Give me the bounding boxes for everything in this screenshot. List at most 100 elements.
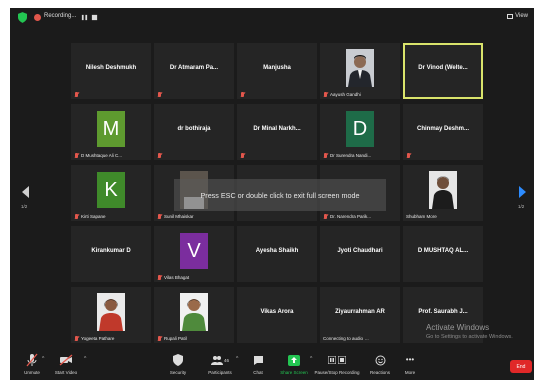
view-button[interactable]: View bbox=[507, 13, 528, 19]
muted-mic-icon bbox=[157, 275, 162, 280]
share-options-caret-icon[interactable]: ^ bbox=[310, 356, 312, 362]
participant-label: Dr. Narendra Parik... bbox=[330, 214, 372, 219]
shield-icon[interactable] bbox=[18, 12, 27, 23]
previous-page-arrow-icon[interactable] bbox=[22, 186, 29, 198]
pause-recording-label: Pause/Stop Recording bbox=[314, 370, 360, 375]
participant-name: Dr Atmaram Pa... bbox=[169, 65, 219, 71]
participants-label: Participants bbox=[208, 370, 232, 375]
participant-tile[interactable]: Jyoti Chaudhari bbox=[320, 226, 400, 282]
participant-name: Nilesh Deshmukh bbox=[85, 65, 137, 71]
participant-tile[interactable]: K Kirti Sapane bbox=[71, 165, 151, 221]
muted-mic-icon bbox=[240, 153, 245, 158]
participant-photo bbox=[180, 293, 208, 331]
video-options-caret-icon[interactable]: ^ bbox=[84, 356, 86, 362]
participant-photo bbox=[429, 171, 457, 209]
audio-options-caret-icon[interactable]: ^ bbox=[42, 356, 44, 362]
participant-label: Connecting to audio bbox=[323, 336, 364, 341]
participant-label: Yogeeta Pathare bbox=[81, 336, 115, 341]
unmute-label: Unmute bbox=[24, 370, 40, 375]
participant-tile[interactable]: Ziyaurrahman AR Connecting to audio... bbox=[320, 287, 400, 343]
muted-mic-icon bbox=[323, 214, 328, 219]
video-off-icon bbox=[59, 354, 73, 366]
pause-recording-icon[interactable] bbox=[81, 14, 88, 21]
participant-label: Rupali Patil bbox=[164, 336, 187, 341]
participants-button[interactable]: 46 Participants bbox=[200, 353, 240, 375]
participant-tile[interactable]: Kirankumar D bbox=[71, 226, 151, 282]
more-label: More bbox=[404, 370, 416, 375]
muted-mic-icon bbox=[74, 153, 79, 158]
participant-name: Vikas Arora bbox=[260, 309, 294, 315]
microphone-muted-icon bbox=[26, 353, 38, 367]
participant-name: Prof. Saurabh J... bbox=[418, 309, 468, 315]
share-screen-label: Share Screen bbox=[280, 370, 308, 375]
participant-tile[interactable]: Rupali Patil bbox=[154, 287, 234, 343]
participant-tile[interactable]: Dr Atmaram Pa... bbox=[154, 43, 234, 99]
participant-label: Vilas Bhagat bbox=[164, 275, 190, 280]
participant-name: dr bothiraja bbox=[177, 126, 211, 132]
security-button[interactable]: Security bbox=[158, 353, 198, 375]
participant-tile[interactable]: V Vilas Bhagat bbox=[154, 226, 234, 282]
start-video-label: Start Video bbox=[54, 370, 78, 375]
participant-tile-active-speaker[interactable]: Dr Vinod (Welte... bbox=[403, 43, 483, 99]
participant-name: Jyoti Chaudhari bbox=[337, 248, 383, 254]
activate-windows-subtitle: Go to Settings to activate Windows. bbox=[426, 334, 513, 340]
participant-tile[interactable]: M D Mushtaque Ali C... bbox=[71, 104, 151, 160]
muted-mic-icon bbox=[74, 92, 79, 97]
pause-icon bbox=[328, 356, 336, 364]
meeting-toolbar: Unmute ^ Start Video ^ Security 46 Parti… bbox=[10, 350, 534, 380]
participant-photo bbox=[97, 293, 125, 331]
stop-recording-icon[interactable] bbox=[91, 14, 98, 21]
security-shield-icon bbox=[173, 354, 183, 366]
activate-windows-title: Activate Windows bbox=[426, 323, 490, 332]
pause-stop-recording-button[interactable]: Pause/Stop Recording bbox=[314, 353, 360, 375]
muted-mic-icon bbox=[157, 153, 162, 158]
recording-icon bbox=[34, 14, 41, 21]
participant-tile[interactable]: Ayesha Shaikh bbox=[237, 226, 317, 282]
meeting-window: Recording... View 1/2 1/2 Nilesh Deshmuk… bbox=[10, 8, 534, 380]
muted-mic-icon bbox=[74, 336, 79, 341]
participant-tile[interactable]: Yogeeta Pathare bbox=[71, 287, 151, 343]
chat-button[interactable]: Chat bbox=[238, 353, 278, 375]
muted-mic-icon bbox=[157, 92, 162, 97]
reactions-label: Reactions bbox=[369, 370, 390, 375]
participant-name: Manjusha bbox=[263, 65, 291, 71]
chat-bubble-icon bbox=[253, 355, 263, 365]
muted-mic-icon bbox=[406, 153, 411, 158]
start-video-button[interactable]: Start Video bbox=[46, 353, 86, 375]
chat-label: Chat bbox=[253, 370, 263, 375]
recording-label: Recording... bbox=[44, 13, 77, 19]
share-screen-button[interactable]: Share Screen bbox=[274, 353, 314, 375]
participant-label: D Mushtaque Ali C... bbox=[81, 153, 123, 158]
reactions-smiley-icon bbox=[375, 355, 385, 365]
muted-mic-icon bbox=[157, 214, 162, 219]
security-label: Security bbox=[169, 370, 187, 375]
participant-name: Ayesha Shaikh bbox=[255, 248, 299, 254]
end-meeting-button[interactable]: End bbox=[510, 360, 532, 373]
participant-label: Sunil Mhaiskar bbox=[164, 214, 194, 219]
top-bar: Recording... View bbox=[10, 8, 534, 28]
participant-label: Shubham More bbox=[406, 214, 437, 219]
participant-name: Chinmay Deshm... bbox=[416, 126, 469, 132]
next-page-arrow-icon[interactable] bbox=[519, 186, 526, 198]
participant-tile[interactable]: Dr Minal Narkh... bbox=[237, 104, 317, 160]
participant-tile[interactable]: Vikas Arora bbox=[237, 287, 317, 343]
participant-photo bbox=[346, 49, 374, 87]
participant-tile[interactable]: Chinmay Deshm... bbox=[403, 104, 483, 160]
muted-mic-icon bbox=[240, 92, 245, 97]
fullscreen-toast: Press ESC or double click to exit full s… bbox=[174, 179, 386, 211]
participant-tile[interactable]: Aayush Gandhi bbox=[320, 43, 400, 99]
more-button[interactable]: ••• More bbox=[390, 353, 430, 376]
participant-tile[interactable]: dr bothiraja bbox=[154, 104, 234, 160]
participant-tile[interactable]: Shubham More bbox=[403, 165, 483, 221]
avatar: K bbox=[97, 172, 125, 208]
avatar: V bbox=[180, 233, 208, 269]
participant-tile[interactable]: Manjusha bbox=[237, 43, 317, 99]
participant-name: Ziyaurrahman AR bbox=[335, 309, 385, 315]
participant-tile[interactable]: Nilesh Deshmukh bbox=[71, 43, 151, 99]
participant-tile[interactable]: D Dr Surendra Nandi... bbox=[320, 104, 400, 160]
more-dots-icon: ••• bbox=[405, 355, 415, 364]
avatar: D bbox=[346, 111, 374, 147]
participant-tile[interactable]: D MUSHTAQ AL... bbox=[403, 226, 483, 282]
view-label: View bbox=[515, 13, 528, 19]
muted-mic-icon bbox=[323, 153, 328, 158]
